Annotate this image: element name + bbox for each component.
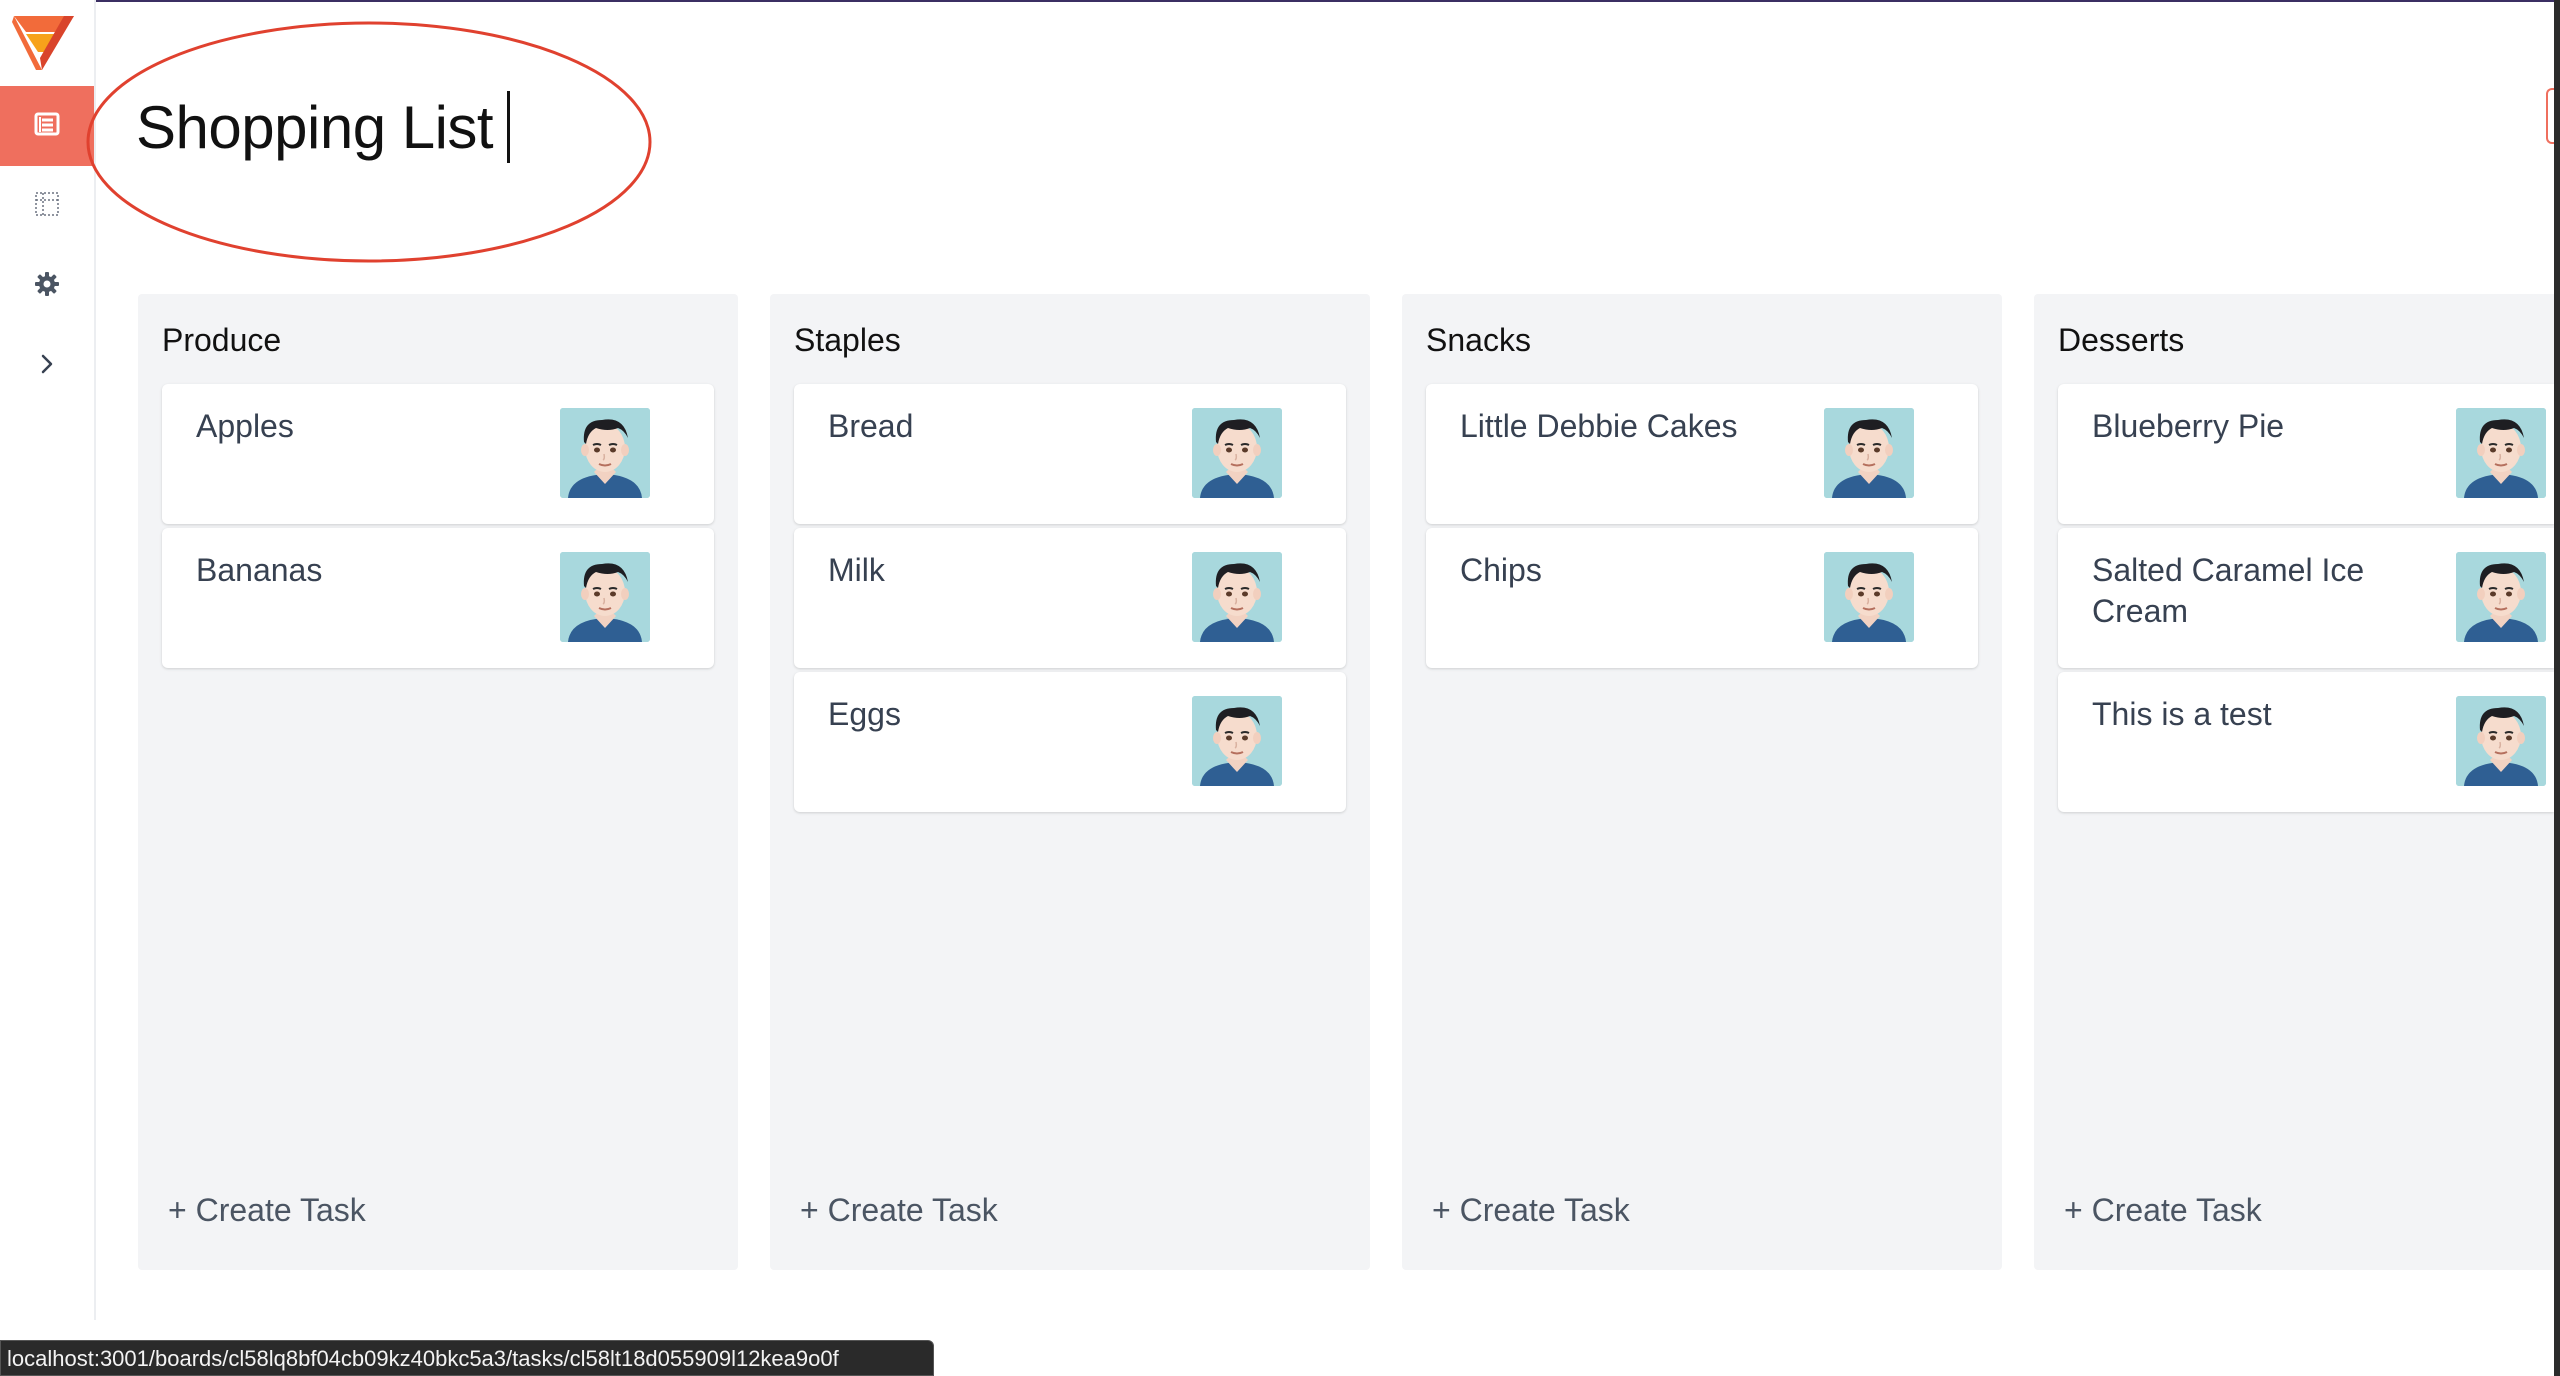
create-task-button[interactable]: + Create Task [1432,1192,1630,1229]
sidebar [0,0,96,1320]
column-snacks: Snacks Little Debbie Cakes Chips + Creat… [1402,294,2002,1270]
task-card[interactable]: Blueberry Pie [2058,384,2554,524]
task-card[interactable]: Milk [794,528,1346,668]
avatar [2456,408,2546,498]
create-task-button[interactable]: + Create Task [2064,1192,2262,1229]
nav-list-view[interactable] [0,86,94,166]
avatar [560,552,650,642]
right-panel-tab[interactable] [2546,88,2554,144]
task-card[interactable]: Little Debbie Cakes [1426,384,1978,524]
avatar [1192,696,1282,786]
nav-settings[interactable] [0,246,94,326]
task-card[interactable]: Salted Caramel Ice Cream [2058,528,2554,668]
window-top-border [0,0,2560,2]
task-title: Apples [196,408,294,444]
column-desserts: Desserts Blueberry Pie Salted Caramel Ic… [2034,294,2554,1270]
window-right-border [2554,0,2560,1376]
task-title: This is a test [2092,696,2272,732]
task-card[interactable]: Apples [162,384,714,524]
task-card[interactable]: This is a test [2058,672,2554,812]
chevron-right-icon [32,349,62,384]
logo-icon[interactable] [12,12,76,72]
gear-icon [32,269,62,304]
page-title-input[interactable]: Shopping List [136,93,494,162]
nav-board-view[interactable] [0,166,94,246]
task-title: Blueberry Pie [2092,408,2285,444]
column-produce: Produce Apples Bananas + Create Task [138,294,738,1270]
column-title: Snacks [1426,322,1531,358]
list-view-icon [32,109,62,144]
avatar [1192,552,1282,642]
task-card[interactable]: Eggs [794,672,1346,812]
task-title: Milk [828,552,885,588]
task-title: Little Debbie Cakes [1460,408,1738,444]
nav-expand[interactable] [0,326,94,406]
task-card[interactable]: Bread [794,384,1346,524]
avatar [2456,552,2546,642]
avatar [560,408,650,498]
task-title: Salted Caramel Ice Cream [2092,552,2365,629]
column-title: Staples [794,322,901,358]
avatar [2456,696,2546,786]
avatar [1192,408,1282,498]
column-title: Produce [162,322,282,358]
task-title: Chips [1460,552,1542,588]
board-view-icon [32,189,62,224]
text-cursor [507,91,511,163]
create-task-button[interactable]: + Create Task [800,1192,998,1229]
task-title: Bananas [196,552,323,588]
avatar [1824,408,1914,498]
avatar [1824,552,1914,642]
task-card[interactable]: Bananas [162,528,714,668]
column-title: Desserts [2058,322,2185,358]
column-staples: Staples Bread Milk Eggs + Create Task [770,294,1370,1270]
page-title-container[interactable]: Shopping List [136,82,511,172]
status-bar-url: localhost:3001/boards/cl58lq8bf04cb09kz4… [0,1340,934,1376]
task-title: Bread [828,408,914,444]
task-title: Eggs [828,696,901,732]
create-task-button[interactable]: + Create Task [168,1192,366,1229]
task-card[interactable]: Chips [1426,528,1978,668]
